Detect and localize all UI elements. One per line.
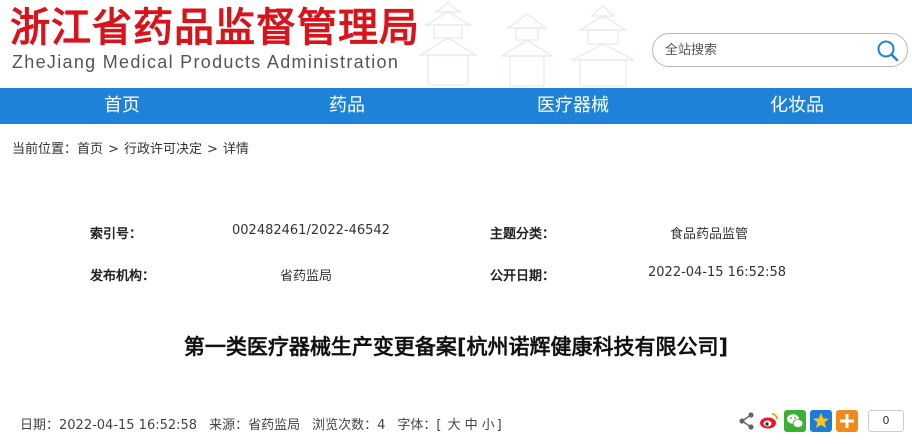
font-size-bracket: ] <box>496 418 502 433</box>
font-size-large-button[interactable]: 大 <box>448 418 461 433</box>
font-size-label: 字体：[ <box>397 418 442 433</box>
nav-item-medical-devices[interactable]: 医疗器械 <box>503 88 643 124</box>
breadcrumb-separator: > <box>108 142 119 157</box>
article-views: 浏览次数：4 <box>312 418 386 433</box>
nav-item-drugs[interactable]: 药品 <box>277 88 417 124</box>
nav-item-cosmetics[interactable]: 化妆品 <box>727 88 867 124</box>
breadcrumb-admin-license-link[interactable]: 行政许可决定 <box>124 142 202 157</box>
search-button[interactable] <box>875 38 901 64</box>
breadcrumb-prefix: 当前位置： <box>12 142 78 157</box>
site-logo-title[interactable]: 浙江省药品监督管理局 <box>10 2 420 54</box>
weibo-icon[interactable] <box>758 410 780 432</box>
index-number-value: 002482461/2022-46542 <box>232 223 390 238</box>
site-search <box>652 33 908 67</box>
index-number-label: 索引号： <box>90 227 143 242</box>
site-header: 浙江省药品监督管理局 ZheJiang Medical Products Adm… <box>0 0 912 88</box>
article-source: 来源：省药监局 <box>209 418 301 433</box>
category-label: 主题分类： <box>490 227 556 242</box>
search-icon <box>877 40 899 62</box>
search-input[interactable] <box>665 41 865 59</box>
main-nav: 首页 药品 医疗器械 化妆品 <box>0 88 912 124</box>
publisher-value: 省药监局 <box>280 269 333 284</box>
breadcrumb-separator: > <box>206 142 218 157</box>
pagoda-watermark <box>417 0 635 87</box>
article-info-bar: 日期：2022-04-15 16:52:58 来源：省药监局 浏览次数：4 字体：[ … <box>20 414 502 433</box>
article-title: 第一类医疗器械生产变更备案[杭州诺辉健康科技有限公司] <box>183 335 729 359</box>
site-logo-subtitle: ZheJiang Medical Products Administration <box>12 52 400 72</box>
category-value: 食品药品监管 <box>670 227 749 242</box>
breadcrumb: 当前位置：首页 > 行政许可决定 > 详情 <box>12 138 249 157</box>
more-share-icon[interactable] <box>836 410 858 432</box>
publish-date-label: 公开日期： <box>490 269 556 284</box>
font-size-medium-button[interactable]: 中 <box>465 418 478 433</box>
breadcrumb-home-link[interactable]: 首页 <box>77 142 103 157</box>
nav-item-home[interactable]: 首页 <box>52 88 192 124</box>
publisher-label: 发布机构： <box>90 269 156 284</box>
publish-date-value: 2022-04-15 16:52:58 <box>648 265 787 280</box>
share-icon[interactable] <box>736 410 758 432</box>
breadcrumb-current: 详情 <box>222 142 249 157</box>
article-date: 日期：2022-04-15 16:52:58 <box>20 418 198 433</box>
share-count: 0 <box>868 410 904 432</box>
font-size-small-button[interactable]: 小 <box>482 418 495 433</box>
wechat-icon[interactable] <box>784 410 806 432</box>
qzone-icon[interactable] <box>810 410 832 432</box>
